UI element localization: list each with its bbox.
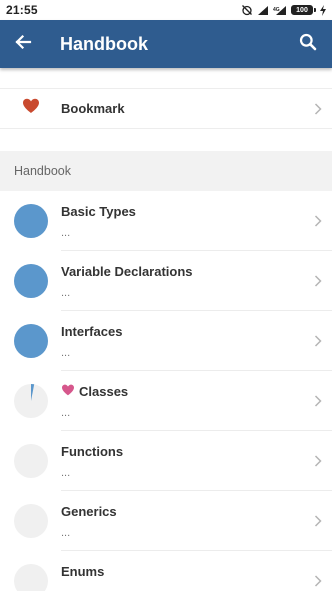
back-button[interactable] xyxy=(0,20,47,68)
chevron-right-icon xyxy=(304,102,332,115)
chapter-list: Basic Types... Variable Declarations... In… xyxy=(0,191,332,591)
chapter-item[interactable]: Basic Types... xyxy=(0,191,332,251)
chapter-subtitle: ... xyxy=(61,286,71,299)
status-time: 21:55 xyxy=(6,3,38,17)
svg-text:4G: 4G xyxy=(273,7,280,13)
chapter-title-line: Classes xyxy=(61,384,304,399)
chapter-title: Enums xyxy=(61,563,105,579)
chapter-item[interactable]: Generics... xyxy=(0,491,332,551)
spacer xyxy=(0,129,332,151)
chapter-subtitle: ... xyxy=(61,587,304,591)
chapter-item[interactable]: Functions... xyxy=(0,431,332,491)
chapter-title: Variable Declarations xyxy=(61,263,193,279)
chapter-item[interactable]: Enums... xyxy=(0,551,332,591)
chapter-title: Functions xyxy=(61,443,124,459)
progress-circle xyxy=(0,444,61,478)
chevron-right-icon xyxy=(304,575,332,587)
chapter-subtitle: ... xyxy=(61,466,71,479)
arrow-left-icon xyxy=(14,33,32,56)
progress-circle xyxy=(0,204,61,238)
chapter-subtitle: ... xyxy=(61,346,71,359)
chapter-item[interactable]: Variable Declarations... xyxy=(0,251,332,311)
progress-circle xyxy=(0,504,61,538)
signal-icon xyxy=(257,5,269,16)
chapter-title-line: Generics xyxy=(61,504,304,519)
charging-icon xyxy=(320,4,326,16)
chapter-subtitle: ... xyxy=(61,526,71,539)
chapter-title: Basic Types xyxy=(61,203,136,219)
chapter-title: Classes xyxy=(79,383,129,399)
battery-icon: 100 xyxy=(291,5,316,15)
chapter-item[interactable]: Classes... xyxy=(0,371,332,431)
progress-circle xyxy=(0,324,61,358)
chapter-title: Interfaces xyxy=(61,323,123,339)
chevron-right-icon xyxy=(304,215,332,227)
bookmark-row[interactable]: Bookmark xyxy=(0,89,332,129)
favorite-heart-icon xyxy=(61,384,75,399)
status-bar: 21:55 4G 100 xyxy=(0,0,332,20)
chevron-right-icon xyxy=(304,455,332,467)
chapter-title-line: Basic Types xyxy=(61,204,304,219)
chapter-title: Generics xyxy=(61,503,117,519)
bookmark-label: Bookmark xyxy=(61,101,125,116)
chapter-title-line: Interfaces xyxy=(61,324,304,339)
progress-circle xyxy=(0,564,61,591)
chevron-right-icon xyxy=(304,515,332,527)
chapter-title-line: Enums xyxy=(61,564,304,579)
chevron-right-icon xyxy=(304,395,332,407)
chapter-title-line: Functions xyxy=(61,444,304,459)
chapter-item[interactable]: Interfaces... xyxy=(0,311,332,371)
chevron-right-icon xyxy=(304,275,332,287)
app-bar: Handbook xyxy=(0,20,332,68)
battery-level: 100 xyxy=(291,5,313,15)
progress-circle xyxy=(0,264,61,298)
signal-4g-icon: 4G xyxy=(273,5,287,16)
content: Bookmark Handbook Basic Types... Variable… xyxy=(0,68,332,591)
chapter-subtitle: ... xyxy=(61,226,71,239)
chapter-title-line: Variable Declarations xyxy=(61,264,304,279)
search-button[interactable] xyxy=(284,20,332,68)
top-strip xyxy=(0,68,332,89)
heart-icon xyxy=(22,98,40,119)
search-icon xyxy=(299,33,317,56)
page-title: Handbook xyxy=(60,33,148,54)
status-icons: 4G 100 xyxy=(241,4,326,16)
progress-circle xyxy=(0,384,61,418)
chapter-subtitle: ... xyxy=(61,406,71,419)
chevron-right-icon xyxy=(304,335,332,347)
alarm-off-icon xyxy=(241,4,253,16)
section-header: Handbook xyxy=(0,151,332,191)
